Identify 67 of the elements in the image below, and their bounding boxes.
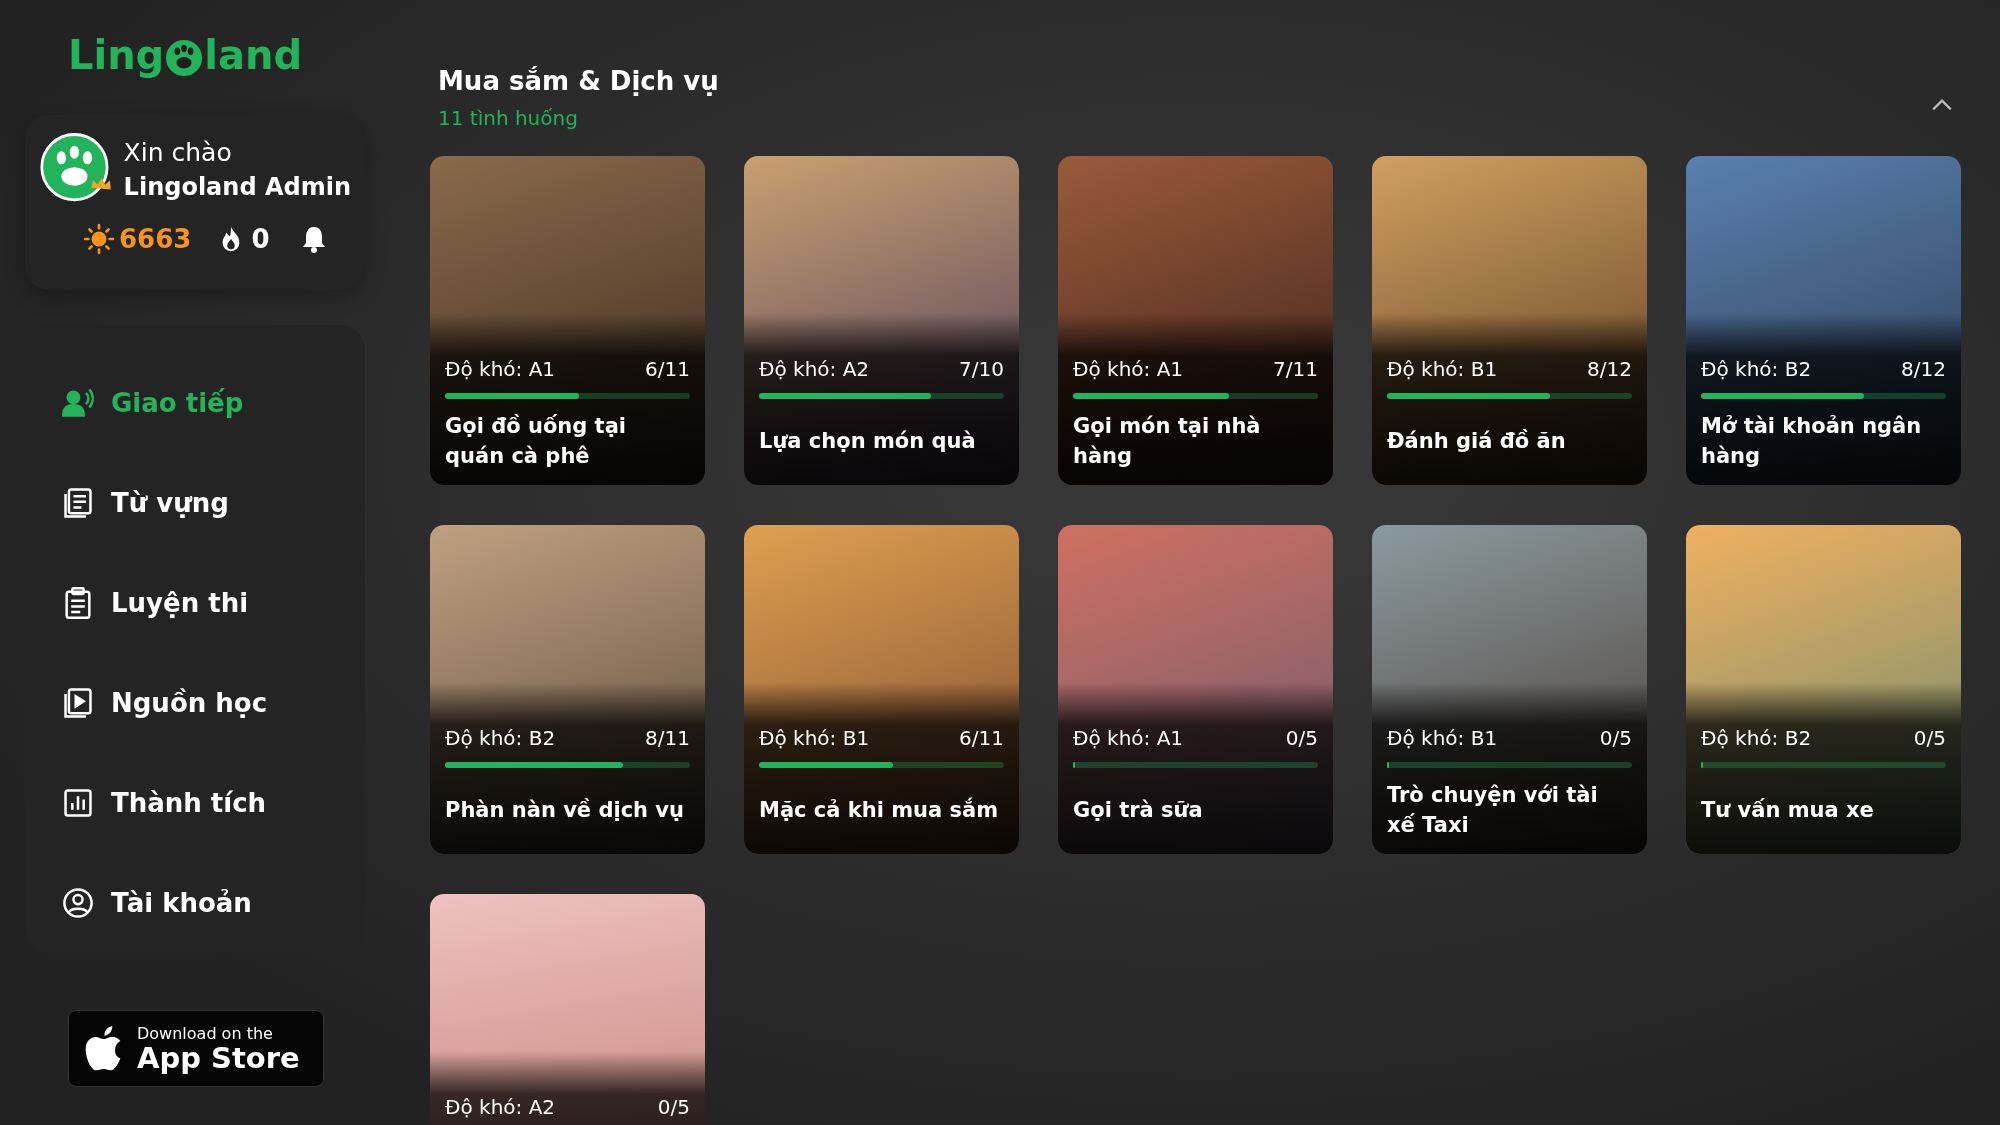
user-circle-icon — [61, 886, 95, 920]
progress-count: 6/11 — [959, 726, 1004, 750]
difficulty-label: Độ khó: A2 — [445, 1095, 556, 1119]
apple-icon — [83, 1024, 123, 1073]
scenario-card[interactable]: Độ khó: B2 8/11 Phàn nàn về dịch vụ — [430, 525, 705, 854]
section-title: Mua sắm & Dịch vụ — [438, 66, 719, 96]
difficulty-label: Độ khó: B1 — [1387, 357, 1498, 381]
progress-count: 8/12 — [1587, 357, 1632, 381]
progress-count: 8/11 — [645, 726, 690, 750]
book-list-icon — [61, 486, 95, 520]
nav-item[interactable]: Từ vựng — [61, 453, 229, 553]
scenario-card[interactable]: Độ khó: A1 0/5 Gọi trà sữa — [1058, 525, 1333, 854]
section-subtitle: 11 tình huống — [438, 106, 579, 130]
progress-count: 0/5 — [1599, 726, 1632, 750]
progress-count: 0/5 — [1285, 726, 1318, 750]
app-store-button[interactable]: Download on the App Store — [68, 1010, 324, 1087]
streak-count: 0 — [251, 224, 270, 254]
points-count: 6663 — [119, 224, 192, 254]
scenario-card[interactable]: Độ khó: B2 8/12 Mở tài khoản ngân hàng — [1686, 156, 1961, 485]
scenario-title: Gọi món tại nhà hàng — [1073, 412, 1262, 470]
progress-count: 7/11 — [1273, 357, 1318, 381]
user-name: Lingoland Admin — [123, 172, 351, 201]
sun-icon — [83, 223, 115, 255]
scenario-title: Đánh giá đồ ăn — [1387, 427, 1566, 455]
scenario-card[interactable]: Độ khó: B2 0/5 Tư vấn mua xe — [1686, 525, 1961, 854]
scenario-card[interactable]: Độ khó: A2 7/10 Lựa chọn món quà — [744, 156, 1019, 485]
play-document-icon — [61, 686, 95, 720]
difficulty-label: Độ khó: B2 — [1701, 726, 1812, 750]
progress-count: 0/5 — [657, 1095, 690, 1119]
progress-count: 7/10 — [959, 357, 1004, 381]
scenario-title: Mở tài khoản ngân hàng — [1701, 412, 1923, 470]
progress-count: 6/11 — [645, 357, 690, 381]
scenario-title: Trò chuyện với tài xế Taxi — [1387, 781, 1599, 839]
progress-count: 8/12 — [1901, 357, 1946, 381]
nav-item[interactable]: Giao tiếp — [61, 353, 244, 453]
logo-text: land — [204, 32, 303, 78]
chevron-up-icon[interactable] — [1931, 98, 1953, 112]
logo-text: Ling — [67, 32, 165, 78]
scenario-title: Lựa chọn món quà — [759, 427, 976, 455]
scenario-card[interactable]: Độ khó: B1 8/12 Đánh giá đồ ăn — [1372, 156, 1647, 485]
nav-item[interactable]: Thành tích — [61, 753, 267, 853]
difficulty-label: Độ khó: B1 — [759, 726, 870, 750]
paw-icon — [165, 39, 204, 77]
scenario-card[interactable]: Độ khó: A2 0/5 — [430, 894, 705, 1125]
scenario-title: Gọi đồ uống tại quán cà phê — [445, 412, 628, 470]
difficulty-label: Độ khó: A1 — [1073, 726, 1184, 750]
difficulty-label: Độ khó: A1 — [445, 357, 556, 381]
difficulty-label: Độ khó: A2 — [759, 357, 870, 381]
chat-people-icon — [61, 386, 95, 420]
scenario-title: Gọi trà sữa — [1073, 796, 1203, 824]
scenario-card[interactable]: Độ khó: B1 0/5 Trò chuyện với tài xế Taxi — [1372, 525, 1647, 854]
difficulty-label: Độ khó: B2 — [1701, 357, 1812, 381]
progress-count: 0/5 — [1913, 726, 1946, 750]
difficulty-label: Độ khó: B2 — [445, 726, 556, 750]
bar-chart-icon — [61, 786, 95, 820]
scenario-title: Phàn nàn về dịch vụ — [445, 796, 684, 824]
nav-item[interactable]: Tài khoản — [61, 853, 252, 953]
scenario-card[interactable]: Độ khó: A1 7/11 Gọi món tại nhà hàng — [1058, 156, 1333, 485]
greeting-text: Xin chào — [123, 137, 233, 167]
scenario-title: Mặc cả khi mua sắm — [759, 796, 999, 824]
nav-item[interactable]: Luyện thi — [61, 553, 249, 653]
scenario-card[interactable]: Độ khó: B1 6/11 Mặc cả khi mua sắm — [744, 525, 1019, 854]
nav-item[interactable]: Nguồn học — [61, 653, 268, 753]
scenario-card[interactable]: Độ khó: A1 6/11 Gọi đồ uống tại quán cà phê — [430, 156, 705, 485]
scenario-title: Tư vấn mua xe — [1701, 796, 1874, 824]
difficulty-label: Độ khó: B1 — [1387, 726, 1498, 750]
difficulty-label: Độ khó: A1 — [1073, 357, 1184, 381]
